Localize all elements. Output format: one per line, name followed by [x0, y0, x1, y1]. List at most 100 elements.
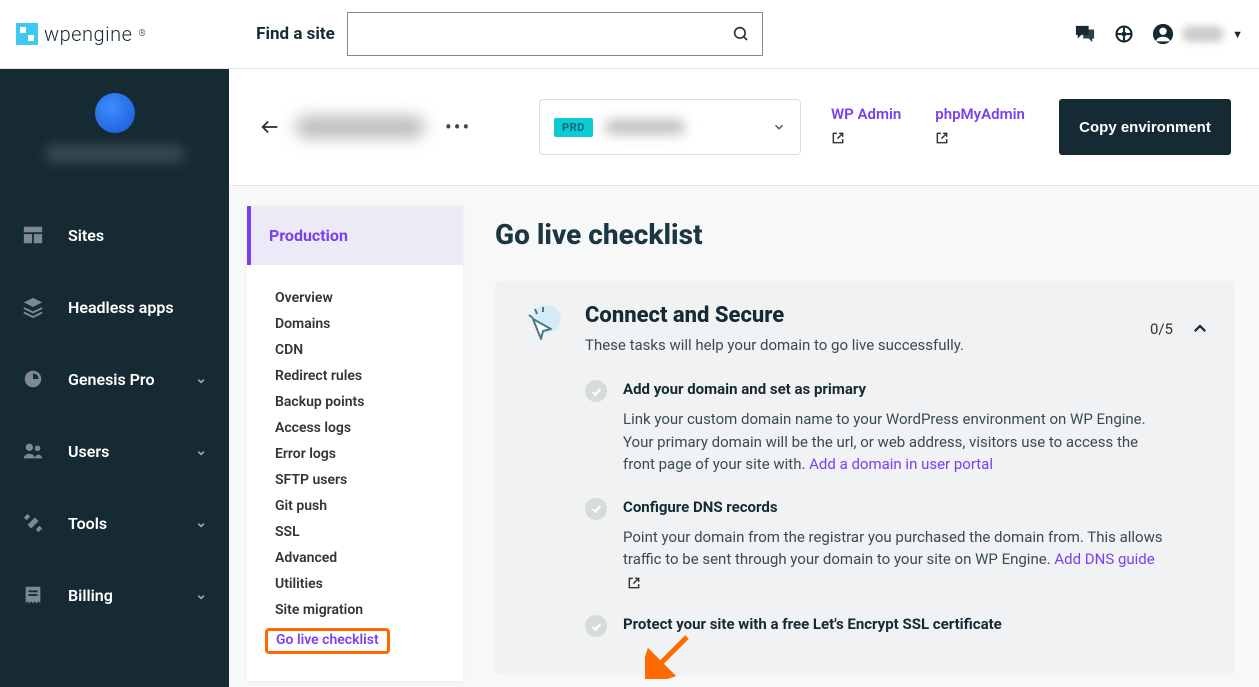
nav-sites[interactable]: Sites — [0, 199, 229, 271]
sites-icon — [22, 224, 44, 246]
content-area: ••• PRD WP Admin phpMyAdmin Copy en — [229, 69, 1259, 687]
chat-icon[interactable] — [1074, 24, 1096, 44]
environment-header: ••• PRD WP Admin phpMyAdmin Copy en — [229, 69, 1259, 186]
env-nav-item[interactable]: Go live checklist — [275, 623, 463, 659]
env-nav-item[interactable]: Advanced — [275, 545, 463, 571]
nav-billing[interactable]: Billing ⌄ — [0, 559, 229, 631]
tools-icon — [22, 512, 44, 534]
search-input-wrap[interactable] — [347, 12, 763, 56]
task-title: Configure DNS records — [623, 498, 1169, 516]
chevron-up-icon — [1191, 320, 1209, 338]
main-sidebar: Sites Headless apps Genesis Pro ⌄ Users … — [0, 69, 229, 687]
env-links: WP Admin phpMyAdmin — [831, 105, 1025, 149]
environment-selector[interactable]: PRD — [539, 99, 801, 155]
chevron-down-icon: ⌄ — [195, 515, 207, 531]
env-nav-item[interactable]: SSL — [275, 519, 463, 545]
env-nav-item[interactable]: Domains — [275, 311, 463, 337]
search-label: Find a site — [256, 24, 335, 44]
task-link[interactable]: Add a domain in user portal — [809, 455, 993, 473]
nav-label: Genesis Pro — [68, 370, 155, 389]
user-icon — [1152, 23, 1174, 45]
env-badge: PRD — [554, 118, 593, 137]
check-circle-icon — [585, 498, 607, 520]
users-icon — [22, 440, 44, 462]
external-link-icon — [935, 131, 949, 145]
checklist-task: Protect your site with a free Let's Encr… — [585, 615, 1169, 643]
task-list: Add your domain and set as primary Link y… — [521, 380, 1209, 643]
billing-icon — [22, 584, 44, 606]
wp-admin-link[interactable]: WP Admin — [831, 105, 901, 149]
task-description: Link your custom domain name to your Wor… — [623, 408, 1169, 476]
nav-genesis[interactable]: Genesis Pro ⌄ — [0, 343, 229, 415]
logo[interactable]: wpengine ® — [16, 22, 146, 46]
nav-label: Users — [68, 442, 109, 461]
copy-environment-button[interactable]: Copy environment — [1059, 99, 1231, 155]
env-nav-item[interactable]: Utilities — [275, 571, 463, 597]
search-icon — [732, 25, 750, 43]
task-link[interactable]: Add DNS guide — [1054, 550, 1154, 568]
nav-label: Headless apps — [68, 298, 174, 317]
env-sidebar-header[interactable]: Production — [247, 206, 463, 265]
collapse-toggle[interactable] — [1191, 320, 1209, 338]
task-title: Add your domain and set as primary — [623, 380, 1169, 398]
checklist-task: Configure DNS records Point your domain f… — [585, 498, 1169, 594]
logo-text: wpengine — [44, 22, 132, 46]
external-link-icon — [627, 576, 641, 590]
top-bar: wpengine ® Find a site ▼ — [0, 0, 1259, 69]
more-menu-icon[interactable]: ••• — [445, 115, 471, 139]
search-input[interactable] — [360, 26, 732, 43]
nav-label: Tools — [68, 514, 107, 533]
nav-users[interactable]: Users ⌄ — [0, 415, 229, 487]
cursor-icon — [521, 303, 565, 347]
chevron-down-icon: ⌄ — [195, 587, 207, 603]
environment-sidebar: Production OverviewDomainsCDNRedirect ru… — [247, 206, 463, 681]
chevron-down-icon: ⌄ — [195, 443, 207, 459]
env-name-redacted — [605, 120, 685, 134]
section-subtitle: These tasks will help your domain to go … — [585, 336, 1150, 354]
layers-icon — [22, 296, 44, 318]
annotation-highlight: Go live checklist — [265, 628, 390, 654]
env-nav-item[interactable]: Redirect rules — [275, 363, 463, 389]
sidebar-account[interactable] — [0, 69, 229, 171]
check-circle-icon — [585, 615, 607, 637]
account-menu[interactable]: ▼ — [1152, 23, 1243, 45]
task-description: Point your domain from the registrar you… — [623, 526, 1169, 594]
env-nav-item[interactable]: Site migration — [275, 597, 463, 623]
env-sidebar-nav: OverviewDomainsCDNRedirect rulesBackup p… — [247, 265, 463, 681]
env-nav-item[interactable]: Git push — [275, 493, 463, 519]
account-name-redacted — [45, 145, 185, 163]
help-icon[interactable] — [1114, 24, 1134, 44]
nav-label: Billing — [68, 586, 113, 605]
page-title: Go live checklist — [495, 218, 1235, 251]
env-nav-item[interactable]: Access logs — [275, 415, 463, 441]
link-label: WP Admin — [831, 105, 901, 123]
env-nav-item[interactable]: Error logs — [275, 441, 463, 467]
chevron-down-icon — [772, 120, 786, 134]
nav-label: Sites — [68, 226, 104, 245]
topbar-actions: ▼ — [1074, 23, 1243, 45]
account-name-redacted — [1182, 26, 1224, 42]
phpmyadmin-link[interactable]: phpMyAdmin — [935, 105, 1025, 149]
chevron-down-icon: ⌄ — [195, 371, 207, 387]
logo-mark-icon — [16, 23, 38, 45]
checklist-section: Connect and Secure These tasks will help… — [495, 281, 1235, 675]
checklist-task: Add your domain and set as primary Link y… — [585, 380, 1169, 476]
section-progress: 0/5 — [1150, 320, 1173, 338]
env-nav-item[interactable]: Overview — [275, 285, 463, 311]
section-title: Connect and Secure — [585, 303, 1150, 328]
caret-down-icon: ▼ — [1232, 28, 1243, 41]
site-name-redacted — [295, 116, 425, 138]
env-nav-item[interactable]: CDN — [275, 337, 463, 363]
task-title: Protect your site with a free Let's Encr… — [623, 615, 1169, 633]
main-nav: Sites Headless apps Genesis Pro ⌄ Users … — [0, 199, 229, 631]
genesis-icon — [22, 368, 44, 390]
back-arrow-icon[interactable] — [259, 116, 281, 138]
env-nav-item[interactable]: Backup points — [275, 389, 463, 415]
check-circle-icon — [585, 380, 607, 402]
account-avatar-icon — [95, 93, 135, 133]
env-nav-item[interactable]: SFTP users — [275, 467, 463, 493]
nav-headless[interactable]: Headless apps — [0, 271, 229, 343]
nav-tools[interactable]: Tools ⌄ — [0, 487, 229, 559]
link-label: phpMyAdmin — [935, 105, 1025, 123]
external-link-icon — [831, 131, 845, 145]
